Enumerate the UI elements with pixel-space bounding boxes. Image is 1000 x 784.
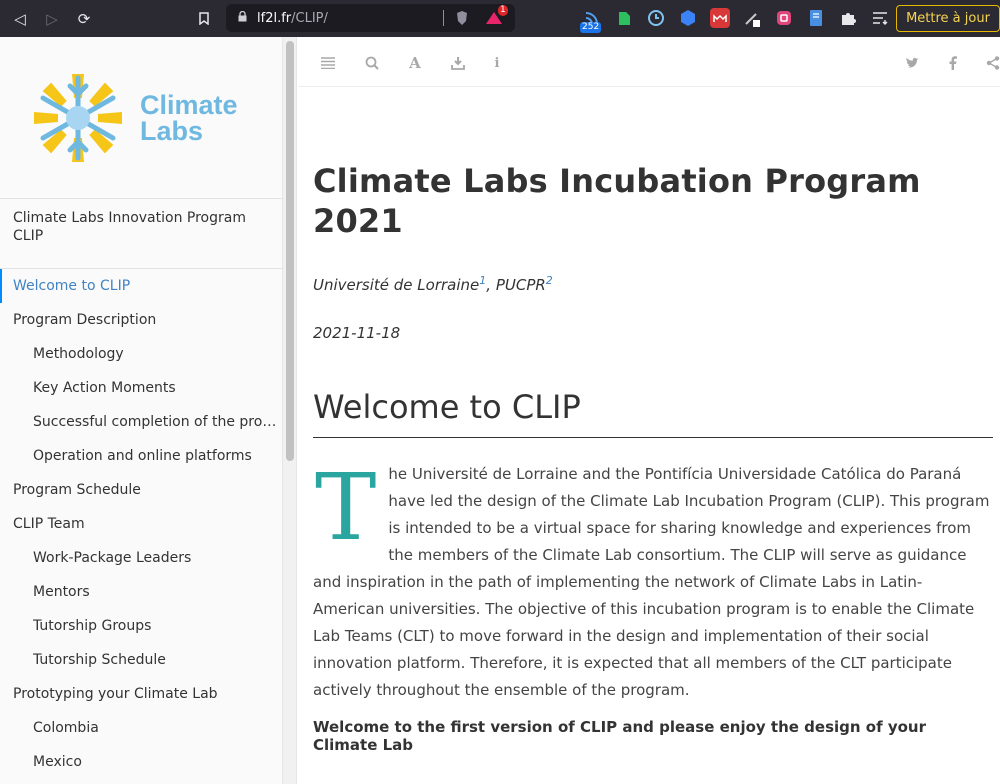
document-authors: Université de Lorraine1, PUCPR2	[313, 274, 993, 294]
evernote-extension-icon[interactable]	[614, 8, 634, 28]
logo-line-2: Labs	[140, 115, 204, 146]
book-title-link[interactable]: Climate Labs Innovation Program CLIP	[0, 199, 282, 269]
toc-item-label: Prototyping your Climate Lab	[13, 686, 218, 702]
toc-item-label: Methodology	[33, 346, 124, 362]
intro-paragraph-text: he Université de Lorraine and the Pontif…	[313, 465, 990, 699]
book-extension-icon[interactable]	[806, 8, 826, 28]
url-host: lf2l.fr	[257, 10, 292, 26]
toc-item-key-action-moments[interactable]: Key Action Moments	[0, 371, 282, 405]
brave-shield-icon[interactable]	[452, 8, 472, 28]
twitter-icon[interactable]	[903, 54, 921, 72]
toc-item-program-schedule[interactable]: Program Schedule	[0, 473, 282, 507]
font-settings-icon[interactable]: A	[406, 54, 424, 72]
brave-rewards-icon[interactable]: 1	[484, 5, 508, 28]
puzzle-extensions-icon[interactable]	[838, 8, 858, 28]
intro-paragraph: The Université de Lorraine and the Ponti…	[313, 461, 993, 704]
pen-extension-icon[interactable]	[742, 8, 762, 28]
info-icon[interactable]: i	[488, 54, 506, 72]
toc-item-methodology[interactable]: Methodology	[0, 337, 282, 371]
toc-item-mentors[interactable]: Mentors	[0, 575, 282, 609]
url-separator	[443, 10, 444, 26]
share-icon[interactable]	[984, 54, 1000, 72]
drop-cap: T	[315, 454, 377, 561]
toc-item-tutorship-schedule[interactable]: Tutorship Schedule	[0, 643, 282, 677]
rss-badge: 252	[580, 22, 602, 33]
back-icon[interactable]: ◁	[4, 0, 36, 37]
book-toolbar: A i	[298, 37, 1000, 87]
author-separator: ,	[486, 276, 496, 294]
blue-hex-extension-icon[interactable]	[678, 8, 698, 28]
book-sidebar: Climate Labs Climate Labs Innovation Pro…	[0, 37, 283, 784]
browser-toolbar: ◁ ▷ ⟳ lf2l.fr /CLIP/ 1 252 Mettre à jour	[0, 0, 1000, 37]
toc-item-label: Mentors	[33, 584, 90, 600]
menu-list-icon[interactable]	[870, 8, 890, 28]
logo-wordmark: Climate Labs	[140, 89, 238, 146]
bookmark-icon[interactable]	[188, 0, 220, 37]
download-icon[interactable]	[449, 54, 467, 72]
toc-item-prototyping[interactable]: Prototyping your Climate Lab	[0, 677, 282, 711]
toc-item-label: Operation and online platforms	[33, 448, 252, 464]
author-2-footnote-link[interactable]: 2	[546, 274, 553, 287]
toc-item-label: Successful completion of the prog...	[33, 414, 282, 430]
author-2: PUCPR	[495, 276, 546, 294]
lock-icon	[238, 10, 247, 25]
sidebar-scrollbar[interactable]	[283, 37, 297, 784]
toc-item-clip-team[interactable]: CLIP Team	[0, 507, 282, 541]
document-date: 2021-11-18	[313, 324, 401, 342]
toc-item-work-package-leaders[interactable]: Work-Package Leaders	[0, 541, 282, 575]
reload-icon[interactable]: ⟳	[68, 0, 100, 37]
section-heading: Welcome to CLIP	[313, 387, 993, 438]
toc-list: Welcome to CLIP Program Description Meth…	[0, 269, 282, 779]
toc-item-label: Program Schedule	[13, 482, 141, 498]
snowflake-sun-logo-icon	[34, 73, 122, 162]
url-path: /CLIP/	[291, 10, 328, 26]
toc-item-label: Tutorship Groups	[33, 618, 152, 634]
toc-item-colombia[interactable]: Colombia	[0, 711, 282, 745]
toc-item-label: Colombia	[33, 720, 99, 736]
toc-item-label: Key Action Moments	[33, 380, 176, 396]
clock-extension-icon[interactable]	[646, 8, 666, 28]
forward-icon[interactable]: ▷	[36, 0, 68, 37]
toc-item-mexico[interactable]: Mexico	[0, 745, 282, 779]
toc-item-label: Work-Package Leaders	[33, 550, 192, 566]
mendeley-extension-icon[interactable]	[710, 8, 730, 28]
book-content: Climate Labs Incubation Program 2021 Uni…	[313, 87, 993, 784]
toc-item-label: Tutorship Schedule	[33, 652, 166, 668]
toc-item-program-description[interactable]: Program Description	[0, 303, 282, 337]
rewards-badge: 1	[498, 5, 508, 16]
toc-item-label: Welcome to CLIP	[13, 278, 131, 294]
toc-item-label: Program Description	[13, 312, 157, 328]
toc-item-successful-completion[interactable]: Successful completion of the prog...	[0, 405, 282, 439]
address-bar[interactable]: lf2l.fr /CLIP/ 1	[226, 4, 515, 32]
toggle-sidebar-icon[interactable]	[319, 54, 337, 72]
pink-extension-icon[interactable]	[774, 8, 794, 28]
logo-line-1: Climate	[140, 89, 238, 120]
search-icon[interactable]	[363, 54, 381, 72]
toc-item-operation-platforms[interactable]: Operation and online platforms	[0, 439, 282, 473]
author-1: Université de Lorraine	[313, 276, 480, 294]
rss-extension-icon[interactable]: 252	[580, 8, 602, 33]
toc-item-welcome[interactable]: Welcome to CLIP	[0, 269, 282, 303]
facebook-icon[interactable]	[944, 54, 962, 72]
toc-item-label: CLIP Team	[13, 516, 85, 532]
toc-item-tutorship-groups[interactable]: Tutorship Groups	[0, 609, 282, 643]
climate-labs-logo[interactable]: Climate Labs	[0, 37, 282, 199]
sidebar-scrollbar-thumb[interactable]	[286, 41, 294, 461]
document-title: Climate Labs Incubation Program 2021	[313, 162, 921, 240]
update-button[interactable]: Mettre à jour	[896, 5, 1000, 32]
welcome-closing-line: Welcome to the first version of CLIP and…	[313, 718, 927, 754]
toc-item-label: Mexico	[33, 754, 82, 770]
